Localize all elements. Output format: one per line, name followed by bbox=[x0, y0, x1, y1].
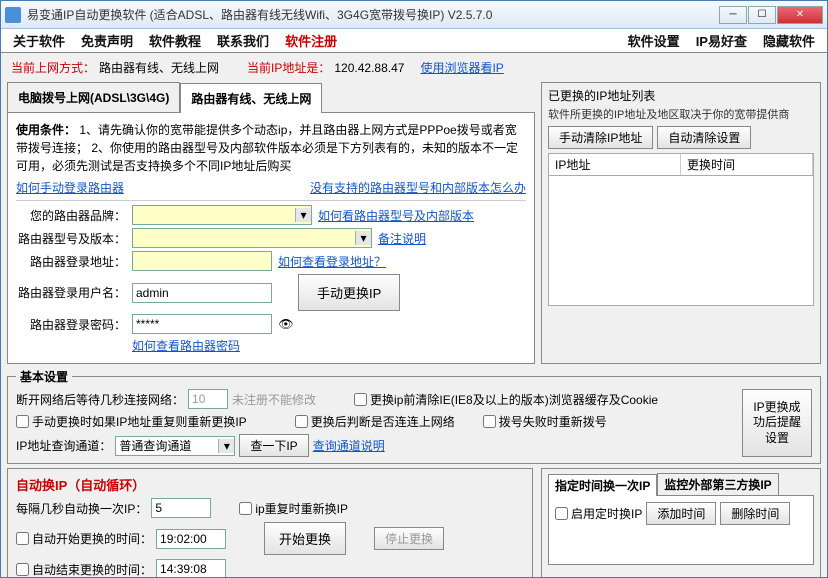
pwd-label: 路由器登录密码： bbox=[16, 316, 126, 333]
addr-input[interactable] bbox=[132, 251, 272, 271]
channel-label: IP地址查询通道： bbox=[16, 437, 111, 454]
titlebar: 易变通IP自动更换软件 (适合ADSL、路由器有线无线Wifi、3G4G宽带拨号… bbox=[1, 1, 827, 29]
model-dropdown[interactable]: ▾ bbox=[132, 228, 372, 248]
auto-clear-button[interactable]: 自动清除设置 bbox=[657, 126, 751, 149]
mode-value: 路由器有线、无线上网 bbox=[99, 59, 219, 76]
channel-link[interactable]: 查询通道说明 bbox=[313, 437, 385, 454]
ip-label: 当前IP地址是： bbox=[247, 59, 330, 76]
minimize-button[interactable]: ─ bbox=[719, 6, 747, 24]
menu-iplook[interactable]: IP易好查 bbox=[688, 29, 755, 52]
reconnect-label: 断开网络后等待几秒连接网络： bbox=[16, 391, 184, 408]
chk-end-time[interactable]: 自动结束更换的时间： bbox=[16, 561, 152, 578]
clear-ip-button[interactable]: 手动清除IP地址 bbox=[548, 126, 653, 149]
chk-start-time[interactable]: 自动开始更换的时间： bbox=[16, 530, 152, 547]
brand-dropdown[interactable]: ▾ bbox=[132, 205, 312, 225]
brand-link[interactable]: 如何看路由器型号及内部版本 bbox=[318, 207, 474, 224]
menu-tutorial[interactable]: 软件教程 bbox=[141, 29, 209, 52]
check-ip-button[interactable]: 查一下IP bbox=[239, 434, 308, 457]
chevron-down-icon: ▾ bbox=[295, 208, 311, 222]
interval-input[interactable] bbox=[151, 498, 211, 518]
addr-link[interactable]: 如何查看登录地址？ bbox=[278, 253, 386, 270]
interval-label: 每隔几秒自动换一次IP： bbox=[16, 500, 147, 517]
reconnect-input[interactable] bbox=[188, 389, 228, 409]
manual-change-button[interactable]: 手动更换IP bbox=[298, 274, 400, 311]
cond-label: 使用条件： bbox=[16, 123, 76, 137]
model-label: 路由器型号及版本： bbox=[16, 230, 126, 247]
history-sub: 软件所更换的IP地址及地区取决于你的宽带提供商 bbox=[548, 106, 814, 122]
brand-label: 您的路由器品牌： bbox=[16, 207, 126, 224]
auto-change-panel: 自动换IP（自动循环） 每隔几秒自动换一次IP： ip重复时重新换IP 自动开始… bbox=[7, 468, 533, 577]
reconnect-ph: 未注册不能修改 bbox=[232, 391, 316, 408]
add-time-button[interactable]: 添加时间 bbox=[646, 502, 716, 525]
chk-dup[interactable]: ip重复时重新换IP bbox=[239, 500, 348, 517]
col-ip: IP地址 bbox=[549, 154, 681, 175]
menubar: 关于软件 免责声明 软件教程 联系我们 软件注册 软件设置 IP易好查 隐藏软件 bbox=[1, 29, 827, 53]
subtab-scheduled[interactable]: 指定时间换一次IP bbox=[548, 474, 657, 496]
chk-timer[interactable]: 启用定时换IP bbox=[555, 505, 642, 522]
chk-clear-ie[interactable]: 更换ip前清除IE(IE8及以上的版本)浏览器缓存及Cookie bbox=[354, 391, 658, 408]
notify-settings-button[interactable]: IP更换成功后提醒设置 bbox=[742, 389, 812, 457]
router-tab-pane: 使用条件： 1、请先确认你的宽带能提供多个动态ip，并且路由器上网方式是PPPo… bbox=[7, 112, 535, 364]
pwd-link[interactable]: 如何查看路由器密码 bbox=[132, 337, 240, 354]
close-button[interactable]: ✕ bbox=[777, 6, 823, 24]
maximize-button[interactable]: ☐ bbox=[748, 6, 776, 24]
addr-label: 路由器登录地址： bbox=[16, 253, 126, 270]
user-input[interactable] bbox=[132, 283, 272, 303]
del-time-button[interactable]: 删除时间 bbox=[720, 502, 790, 525]
chevron-down-icon: ▾ bbox=[218, 439, 234, 453]
subtab-monitor[interactable]: 监控外部第三方换IP bbox=[657, 473, 778, 495]
user-label: 路由器登录用户名： bbox=[16, 284, 126, 301]
ip-history-panel: 已更换的IP地址列表 软件所更换的IP地址及地区取决于你的宽带提供商 手动清除I… bbox=[541, 82, 821, 364]
ip-value: 120.42.88.47 bbox=[334, 61, 404, 75]
cond-text: 1、请先确认你的宽带能提供多个动态ip，并且路由器上网方式是PPPoe拨号或者宽… bbox=[16, 123, 518, 173]
menu-settings[interactable]: 软件设置 bbox=[620, 29, 688, 52]
mode-label: 当前上网方式： bbox=[11, 59, 95, 76]
eye-icon[interactable]: 👁 bbox=[278, 317, 294, 331]
window-title: 易变通IP自动更换软件 (适合ADSL、路由器有线无线Wifi、3G4G宽带拨号… bbox=[27, 6, 719, 23]
chk-detect[interactable]: 更换后判断是否连连上网络 bbox=[295, 413, 455, 430]
timer-panel: 指定时间换一次IP 监控外部第三方换IP 启用定时换IP 添加时间 删除时间 bbox=[541, 468, 821, 577]
chk-retry[interactable]: 手动更换时如果IP地址重复则重新更换IP bbox=[16, 413, 247, 430]
pwd-input[interactable] bbox=[132, 314, 272, 334]
start-time-input[interactable] bbox=[156, 529, 226, 549]
auto-title: 自动换IP（自动循环） bbox=[16, 475, 524, 494]
menu-disclaimer[interactable]: 免责声明 bbox=[73, 29, 141, 52]
chevron-down-icon: ▾ bbox=[355, 231, 371, 245]
model-link[interactable]: 备注说明 bbox=[378, 230, 426, 247]
basic-legend: 基本设置 bbox=[16, 368, 72, 385]
end-time-input[interactable] bbox=[156, 559, 226, 577]
menu-about[interactable]: 关于软件 bbox=[5, 29, 73, 52]
menu-contact[interactable]: 联系我们 bbox=[209, 29, 277, 52]
link-unsupported[interactable]: 没有支持的路由器型号和内部版本怎么办 bbox=[310, 179, 526, 196]
start-change-button[interactable]: 开始更换 bbox=[264, 522, 346, 555]
channel-dropdown[interactable]: 普通查询通道▾ bbox=[115, 436, 235, 456]
app-icon bbox=[5, 7, 21, 23]
browser-ip-link[interactable]: 使用浏览器看IP bbox=[420, 59, 503, 76]
tab-router[interactable]: 路由器有线、无线上网 bbox=[180, 83, 322, 113]
basic-settings: 基本设置 断开网络后等待几秒连接网络： 未注册不能修改 更换ip前清除IE(IE… bbox=[7, 368, 821, 464]
menu-hide[interactable]: 隐藏软件 bbox=[755, 29, 823, 52]
menu-register[interactable]: 软件注册 bbox=[277, 29, 345, 52]
chk-redial[interactable]: 拨号失败时重新拨号 bbox=[483, 413, 607, 430]
tab-dial[interactable]: 电脑拨号上网(ADSL\3G\4G) bbox=[7, 82, 180, 112]
col-time: 更换时间 bbox=[681, 154, 813, 175]
history-list[interactable] bbox=[548, 176, 814, 306]
stop-change-button[interactable]: 停止更换 bbox=[374, 527, 444, 550]
history-title: 已更换的IP地址列表 bbox=[548, 87, 814, 106]
link-manual-login[interactable]: 如何手动登录路由器 bbox=[16, 179, 124, 196]
